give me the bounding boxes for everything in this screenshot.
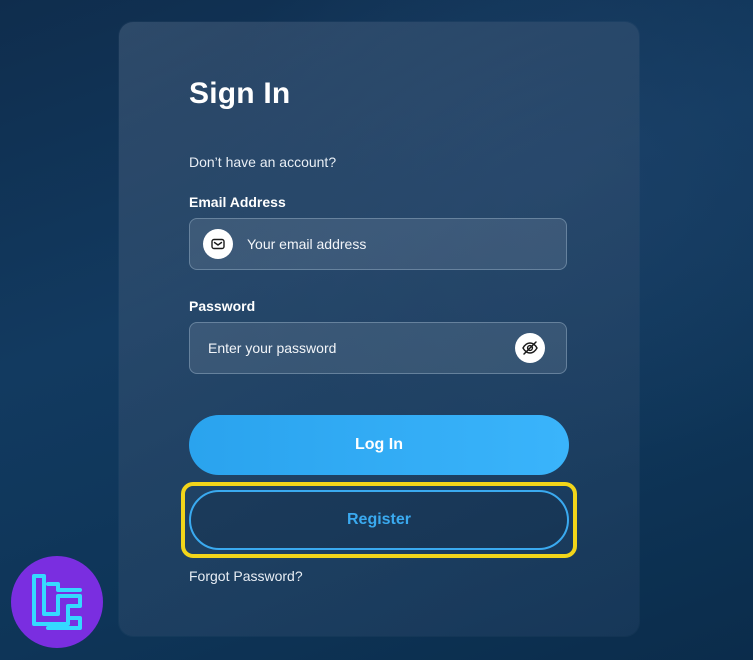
email-field-container xyxy=(189,218,567,270)
password-input[interactable] xyxy=(208,323,508,373)
eye-slash-icon[interactable] xyxy=(515,333,545,363)
register-button[interactable]: Register xyxy=(189,490,569,550)
mail-icon xyxy=(203,229,233,259)
tradingfinder-logo-icon xyxy=(11,556,103,648)
no-account-link[interactable]: Don’t have an account? xyxy=(189,154,336,170)
signin-card: Sign In Don’t have an account? Email Add… xyxy=(119,22,639,636)
password-field-container xyxy=(189,322,567,374)
email-label: Email Address xyxy=(189,194,286,210)
forgot-password-link[interactable]: Forgot Password? xyxy=(189,568,303,584)
login-button[interactable]: Log In xyxy=(189,415,569,475)
page-title: Sign In xyxy=(189,77,291,110)
password-label: Password xyxy=(189,298,256,314)
email-input[interactable] xyxy=(247,219,547,269)
